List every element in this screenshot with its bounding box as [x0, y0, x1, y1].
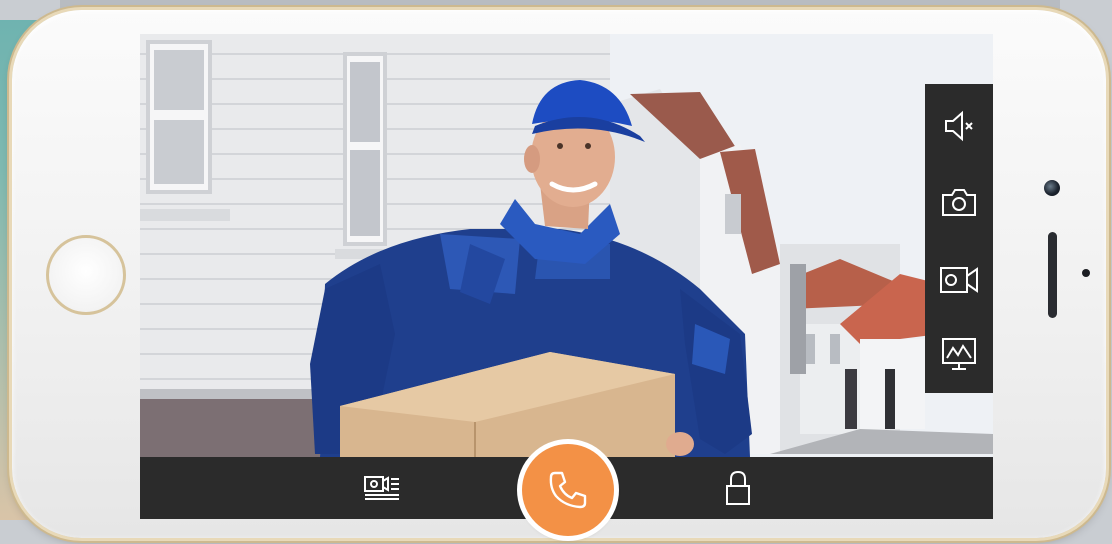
snapshot-button[interactable]	[925, 170, 993, 234]
side-control-panel	[925, 84, 993, 393]
intercom-list-icon	[362, 473, 402, 503]
camera-icon	[940, 185, 978, 219]
record-button[interactable]	[925, 248, 993, 312]
lock-icon	[723, 469, 753, 507]
unlock-button[interactable]	[708, 457, 768, 519]
home-button[interactable]	[46, 235, 126, 315]
earpiece-speaker	[1048, 232, 1057, 318]
proximity-sensor	[1082, 269, 1090, 277]
monitor-icon	[940, 336, 978, 372]
intercom-list-button[interactable]	[352, 457, 412, 519]
phone-handset-icon	[545, 467, 591, 513]
video-camera-icon	[938, 264, 980, 296]
answer-call-button[interactable]	[522, 444, 614, 536]
phone-frame	[12, 10, 1106, 538]
monitor-button[interactable]	[925, 322, 993, 386]
mute-button[interactable]	[925, 94, 993, 158]
front-camera	[1044, 180, 1060, 196]
speaker-muted-icon	[942, 109, 976, 143]
